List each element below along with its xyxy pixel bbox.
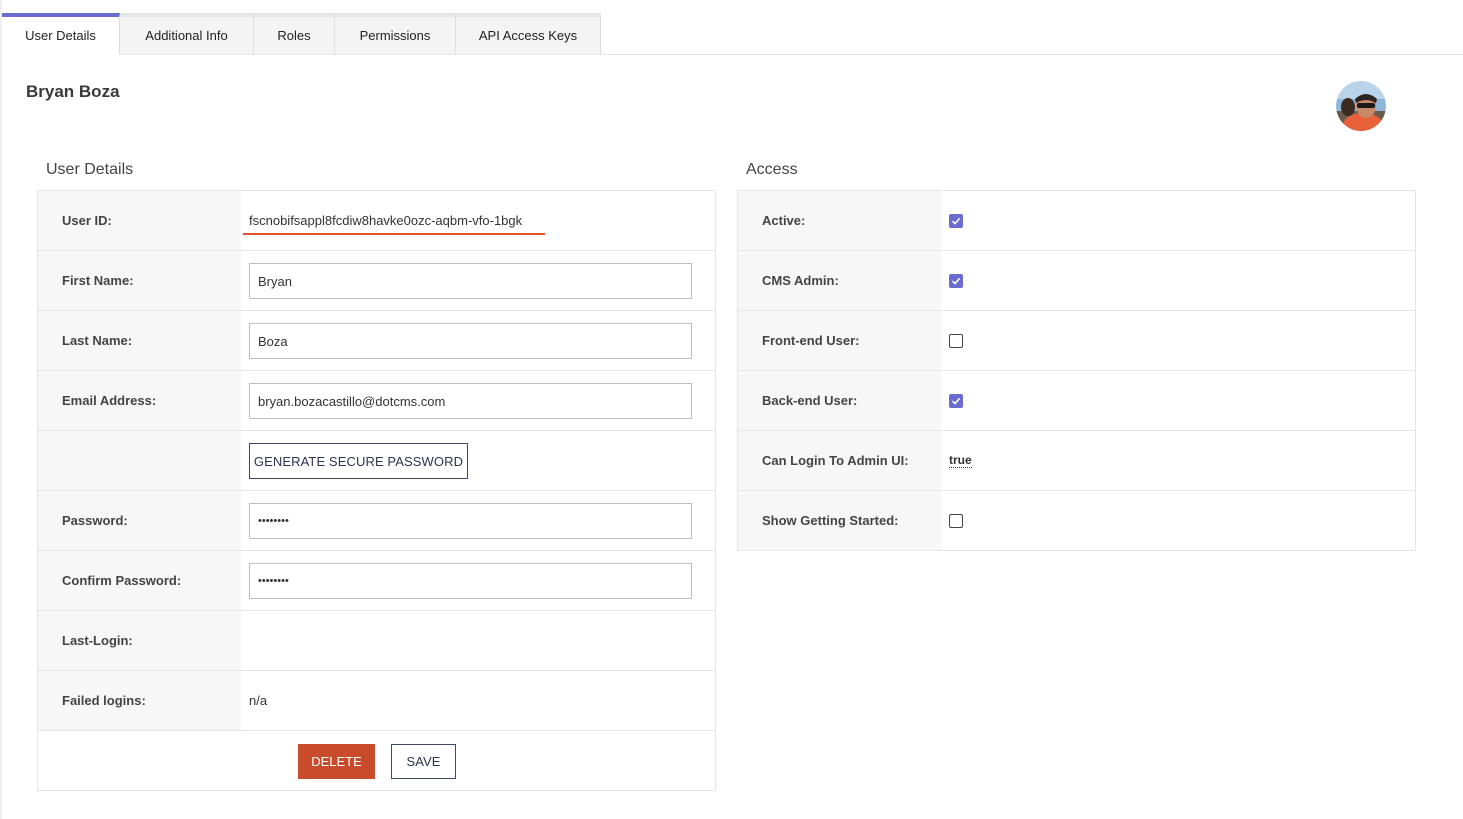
email-row: Email Address: bryan.bozacastillo@dotcms…: [38, 371, 715, 431]
first-name-field[interactable]: Bryan: [249, 263, 692, 299]
tab-bar-divider: [600, 54, 1463, 55]
checkmark-icon: [951, 217, 961, 225]
first-name-label: First Name:: [38, 251, 241, 310]
tab-roles[interactable]: Roles: [254, 13, 335, 55]
user-details-panel: User ID: fscnobifsappl8fcdiw8havke0ozc-a…: [37, 190, 716, 791]
failed-logins-row: Failed logins: n/a: [38, 671, 715, 731]
active-label: Active:: [738, 191, 941, 250]
tab-label: Permissions: [359, 28, 431, 43]
access-section-title: Access: [746, 161, 798, 178]
cms-admin-checkbox[interactable]: [949, 273, 963, 288]
frontend-user-label: Front-end User:: [738, 311, 941, 370]
frontend-user-value: [949, 311, 963, 370]
active-value: [949, 191, 963, 250]
delete-button[interactable]: DELETE: [298, 744, 375, 779]
last-name-field[interactable]: Boza: [249, 323, 692, 359]
show-getting-started-label: Show Getting Started:: [738, 491, 941, 550]
page-left-border: [0, 0, 2, 819]
checkmark-icon: [951, 397, 961, 405]
confirm-password-field[interactable]: ••••••••: [249, 563, 692, 599]
cms-admin-label: CMS Admin:: [738, 251, 941, 310]
save-button[interactable]: SAVE: [391, 744, 456, 779]
backend-user-value: [949, 371, 963, 430]
failed-logins-value: n/a: [249, 693, 268, 708]
can-login-row: Can Login To Admin UI: true: [738, 431, 1415, 491]
can-login-value-wrap: true: [949, 431, 972, 490]
cms-admin-value: [949, 251, 963, 310]
confirm-password-row: Confirm Password: ••••••••: [38, 551, 715, 611]
tab-label: Roles: [277, 28, 311, 43]
tab-label: User Details: [25, 28, 96, 43]
last-name-label: Last Name:: [38, 311, 241, 370]
checkmark-icon: [951, 277, 961, 285]
show-getting-started-value: [949, 491, 963, 550]
active-row: Active:: [738, 191, 1415, 251]
generate-secure-password-button[interactable]: GENERATE SECURE PASSWORD: [249, 443, 468, 479]
frontend-user-checkbox[interactable]: [949, 333, 963, 348]
user-id-row: User ID: fscnobifsappl8fcdiw8havke0ozc-a…: [38, 191, 715, 251]
cms-admin-row: CMS Admin:: [738, 251, 1415, 311]
user-id-value: fscnobifsappl8fcdiw8havke0ozc-aqbm-vfo-1…: [249, 213, 523, 228]
access-panel: Active: CMS Admin: Front-end User: Back-…: [737, 190, 1416, 551]
last-login-row: Last-Login:: [38, 611, 715, 671]
email-label: Email Address:: [38, 371, 241, 430]
generate-password-row: GENERATE SECURE PASSWORD: [38, 431, 715, 491]
user-id-label: User ID:: [38, 191, 241, 250]
user-details-section-title: User Details: [46, 161, 134, 178]
first-name-row: First Name: Bryan: [38, 251, 715, 311]
backend-user-checkbox[interactable]: [949, 393, 963, 408]
can-login-value: true: [949, 453, 972, 468]
frontend-user-row: Front-end User:: [738, 311, 1415, 371]
empty-label: [38, 431, 241, 490]
user-avatar-photo-icon: [1336, 81, 1386, 131]
failed-logins-label: Failed logins:: [38, 671, 241, 730]
tab-label: Additional Info: [145, 28, 228, 43]
tab-bar: User Details Additional Info Roles Permi…: [2, 13, 1463, 55]
tab-user-details[interactable]: User Details: [2, 13, 120, 55]
active-checkbox[interactable]: [949, 213, 963, 228]
user-id-underline: [243, 233, 545, 235]
page-title: Bryan Boza: [26, 82, 120, 101]
tab-api-access-keys[interactable]: API Access Keys: [456, 13, 601, 55]
show-getting-started-checkbox[interactable]: [949, 513, 963, 528]
show-getting-started-row: Show Getting Started:: [738, 491, 1415, 551]
password-row: Password: ••••••••: [38, 491, 715, 551]
backend-user-label: Back-end User:: [738, 371, 941, 430]
avatar[interactable]: [1336, 81, 1386, 131]
tab-permissions[interactable]: Permissions: [335, 13, 456, 55]
last-login-label: Last-Login:: [38, 611, 241, 670]
tab-label: API Access Keys: [478, 28, 578, 43]
tab-additional-info[interactable]: Additional Info: [120, 13, 254, 55]
email-field[interactable]: bryan.bozacastillo@dotcms.com: [249, 383, 692, 419]
can-login-label: Can Login To Admin UI:: [738, 431, 941, 490]
last-name-row: Last Name: Boza: [38, 311, 715, 371]
confirm-password-label: Confirm Password:: [38, 551, 241, 610]
password-field[interactable]: ••••••••: [249, 503, 692, 539]
password-label: Password:: [38, 491, 241, 550]
backend-user-row: Back-end User:: [738, 371, 1415, 431]
